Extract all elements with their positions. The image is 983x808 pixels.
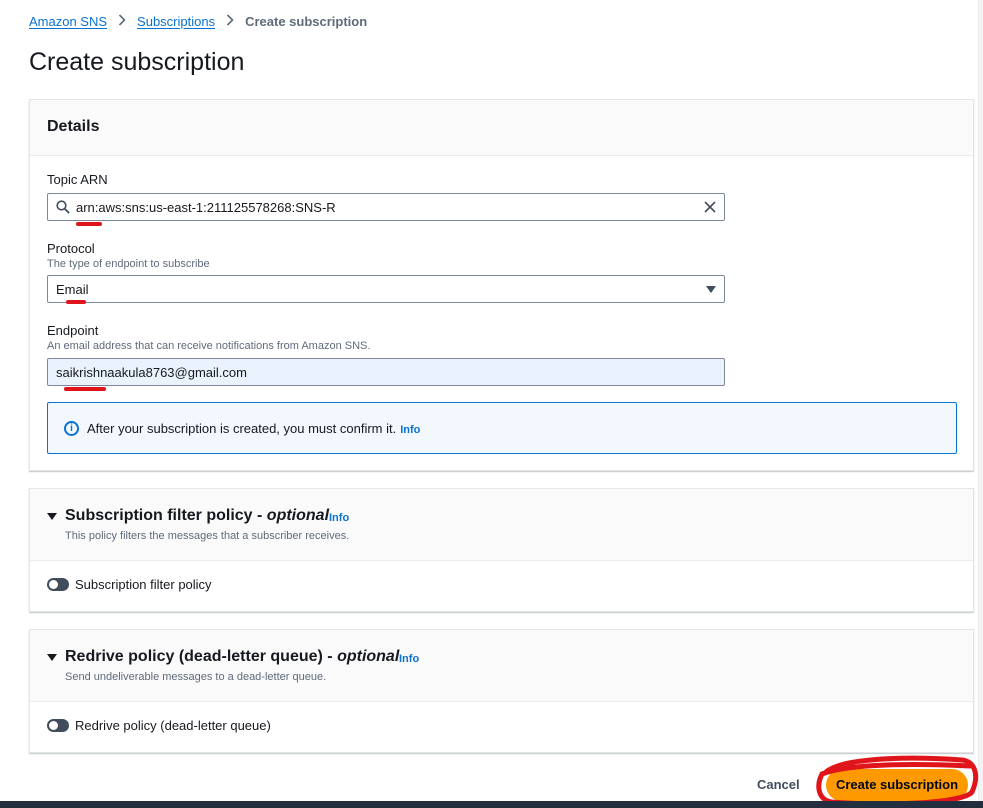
optional-label: optional	[266, 507, 330, 524]
info-link[interactable]: Info	[400, 424, 420, 436]
details-panel: Details Topic ARN arn:aws:sns:us-east-1:…	[29, 99, 974, 471]
annotation-underline	[76, 222, 102, 226]
redrive-policy-description: Send undeliverable messages to a dead-le…	[65, 671, 327, 683]
info-circle-icon: i	[64, 421, 79, 436]
close-icon[interactable]	[702, 199, 718, 215]
chevron-right-icon	[221, 14, 239, 29]
topic-arn-input[interactable]: arn:aws:sns:us-east-1:211125578268:SNS-R	[47, 193, 725, 221]
protocol-select[interactable]: Email	[47, 275, 725, 303]
caret-down-icon	[706, 286, 716, 293]
info-alert-text: After your subscription is created, you …	[87, 421, 420, 436]
filter-policy-title-text: Subscription filter policy -	[65, 507, 267, 524]
page-gutter	[978, 0, 983, 808]
create-subscription-button[interactable]: Create subscription	[826, 769, 968, 801]
info-alert-message: After your subscription is created, you …	[87, 421, 397, 436]
filter-policy-panel: Subscription filter policy - optional In…	[29, 488, 974, 612]
optional-label: optional	[337, 648, 400, 665]
redrive-policy-info-link[interactable]: Info	[399, 653, 419, 665]
breadcrumb-current: Create subscription	[245, 14, 368, 29]
filter-policy-header[interactable]: Subscription filter policy - optional In…	[30, 489, 973, 561]
protocol-selected-value: Email	[56, 282, 89, 297]
breadcrumb: Amazon SNS Subscriptions Create subscrip…	[29, 14, 367, 29]
protocol-label: Protocol	[47, 241, 95, 256]
endpoint-input[interactable]: saikrishnaakula8763@gmail.com	[47, 358, 725, 386]
endpoint-value: saikrishnaakula8763@gmail.com	[56, 365, 247, 380]
filter-policy-title[interactable]: Subscription filter policy - optional	[65, 507, 329, 525]
details-header: Details	[30, 100, 973, 156]
topic-arn-label: Topic ARN	[47, 172, 108, 187]
annotation-underline	[66, 300, 86, 304]
redrive-policy-header[interactable]: Redrive policy (dead-letter queue) - opt…	[30, 630, 973, 702]
filter-policy-description: This policy filters the messages that a …	[65, 530, 350, 542]
redrive-policy-toggle[interactable]	[47, 719, 69, 732]
annotation-underline	[64, 387, 106, 391]
breadcrumb-amazon-sns[interactable]: Amazon SNS	[29, 14, 107, 29]
page-title: Create subscription	[29, 48, 245, 76]
search-icon	[56, 200, 70, 214]
cancel-button[interactable]: Cancel	[757, 777, 800, 792]
caret-down-icon[interactable]	[47, 513, 57, 520]
endpoint-label: Endpoint	[47, 323, 99, 338]
caret-down-icon[interactable]	[47, 654, 57, 661]
bottom-bar	[0, 801, 983, 808]
endpoint-description: An email address that can receive notifi…	[47, 340, 371, 352]
info-alert: i After your subscription is created, yo…	[47, 402, 957, 454]
filter-policy-info-link[interactable]: Info	[329, 512, 349, 524]
chevron-right-icon	[113, 14, 131, 29]
filter-policy-toggle-label: Subscription filter policy	[75, 577, 212, 592]
protocol-description: The type of endpoint to subscribe	[47, 258, 210, 270]
topic-arn-value: arn:aws:sns:us-east-1:211125578268:SNS-R	[76, 200, 336, 215]
details-title: Details	[47, 118, 100, 135]
redrive-policy-title[interactable]: Redrive policy (dead-letter queue) - opt…	[65, 648, 399, 666]
filter-policy-toggle[interactable]	[47, 578, 69, 591]
redrive-policy-toggle-label: Redrive policy (dead-letter queue)	[75, 718, 271, 733]
breadcrumb-subscriptions[interactable]: Subscriptions	[137, 14, 215, 29]
redrive-policy-panel: Redrive policy (dead-letter queue) - opt…	[29, 629, 974, 753]
redrive-policy-title-text: Redrive policy (dead-letter queue) -	[65, 648, 338, 665]
